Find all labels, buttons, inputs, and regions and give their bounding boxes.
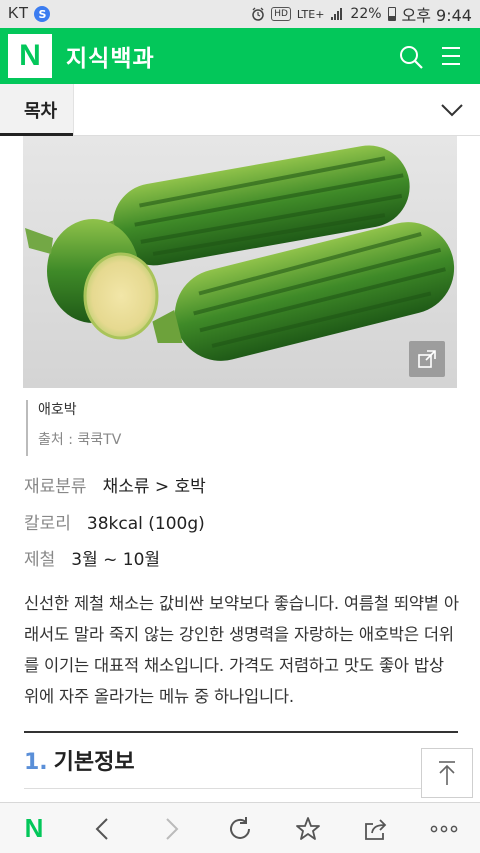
bookmark-button[interactable] bbox=[284, 803, 332, 853]
naver-home-logo: N bbox=[24, 813, 44, 843]
signal-icon bbox=[331, 8, 343, 20]
image-caption: 애호박 출처 : 쿡쿡TV bbox=[26, 400, 121, 456]
forward-icon bbox=[166, 817, 179, 840]
bottom-navigation: N bbox=[0, 802, 480, 853]
section-underline bbox=[24, 788, 458, 789]
toc-bar[interactable]: 목차 bbox=[0, 84, 480, 136]
back-button[interactable] bbox=[78, 803, 126, 853]
status-indicators: HD LTE+ 22% 오후 9:44 bbox=[251, 2, 472, 26]
chevron-down-icon[interactable] bbox=[440, 100, 464, 120]
menu-icon[interactable] bbox=[440, 45, 462, 67]
forward-button[interactable] bbox=[148, 803, 196, 853]
bookmark-star-icon bbox=[296, 816, 320, 840]
section-heading: 1. 기본정보 bbox=[24, 744, 135, 776]
info-row-season: 제철 3월 ~ 10월 bbox=[24, 545, 160, 570]
toc-label[interactable]: 목차 bbox=[0, 84, 75, 136]
arrow-up-icon bbox=[439, 761, 455, 785]
scroll-to-top-button[interactable] bbox=[421, 748, 473, 798]
info-row-calories: 칼로리 38kcal (100g) bbox=[24, 509, 205, 534]
alarm-icon bbox=[252, 7, 264, 21]
share-button[interactable] bbox=[352, 803, 400, 853]
carrier-label: KT bbox=[8, 5, 29, 22]
info-key: 재료분류 bbox=[24, 477, 87, 497]
naver-logo-button[interactable]: N bbox=[8, 34, 52, 78]
zucchini-photo[interactable] bbox=[23, 136, 457, 388]
expand-icon bbox=[418, 350, 436, 368]
home-button[interactable]: N bbox=[10, 803, 58, 853]
more-button[interactable] bbox=[420, 803, 468, 853]
back-icon bbox=[95, 817, 108, 840]
refresh-button[interactable] bbox=[216, 803, 264, 853]
naver-logo-letter: N bbox=[19, 39, 41, 72]
description-text: 신선한 제철 채소는 값비싼 보약보다 좋습니다. 여름철 뙤약볕 아래서도 말… bbox=[24, 594, 459, 706]
info-value: 3월 ~ 10월 bbox=[71, 550, 161, 570]
zucchini-illustration bbox=[23, 136, 457, 388]
hd-badge: HD bbox=[271, 7, 291, 21]
battery-percent: 22% bbox=[350, 6, 382, 22]
battery-icon bbox=[387, 7, 396, 21]
section-title: 기본정보 bbox=[53, 750, 135, 775]
app-header: N 지식백과 bbox=[0, 28, 480, 84]
info-row-category: 재료분류 채소류 > 호박 bbox=[24, 472, 206, 497]
section-number: 1. bbox=[24, 750, 48, 775]
info-value: 38kcal (100g) bbox=[86, 514, 205, 534]
refresh-icon bbox=[230, 816, 250, 839]
status-bar: KT S HD LTE+ 22% 오후 9:44 bbox=[0, 0, 480, 28]
caption-title: 애호박 bbox=[38, 402, 77, 418]
expand-image-button[interactable] bbox=[409, 341, 445, 377]
carrier-app-icon: S bbox=[34, 6, 51, 22]
share-icon bbox=[365, 818, 387, 840]
info-value[interactable]: 채소류 > 호박 bbox=[103, 472, 206, 497]
more-icon bbox=[430, 825, 458, 832]
section-divider bbox=[24, 731, 458, 733]
search-icon[interactable] bbox=[398, 44, 424, 70]
info-key: 제철 bbox=[24, 550, 56, 570]
page-title[interactable]: 지식백과 bbox=[66, 39, 155, 73]
caption-source[interactable]: 출처 : 쿡쿡TV bbox=[38, 430, 121, 450]
info-key: 칼로리 bbox=[24, 514, 71, 534]
clock-time: 오후 9:44 bbox=[401, 6, 472, 25]
network-label: LTE+ bbox=[296, 7, 325, 21]
